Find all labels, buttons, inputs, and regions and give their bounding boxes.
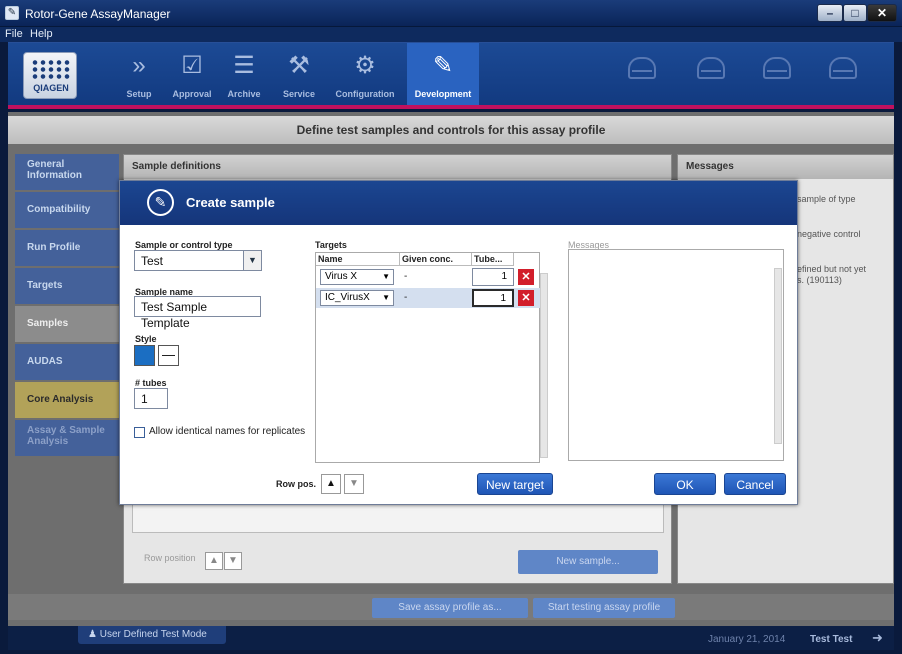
dialog-messages-box xyxy=(568,249,784,461)
sample-type-label: Sample or control type xyxy=(135,240,233,250)
tubes-input[interactable]: 1 xyxy=(134,388,168,409)
menu-help[interactable]: Help xyxy=(30,28,53,40)
col-given-conc[interactable]: Given conc. xyxy=(400,253,472,266)
title-bar: ✎ Rotor-Gene AssayManager – □ ✕ xyxy=(0,0,902,27)
new-sample-button[interactable]: New sample... xyxy=(518,550,658,574)
sidebar-item-assay-sample-analysis: Assay & Sample Analysis xyxy=(15,420,119,456)
close-button[interactable]: ✕ xyxy=(867,4,897,22)
menu-file[interactable]: File xyxy=(5,28,23,40)
sidebar-item-targets[interactable]: Targets xyxy=(15,268,119,304)
row-down-button[interactable]: ▼ xyxy=(344,474,364,494)
sample-type-select[interactable]: Test ▼ xyxy=(134,250,262,271)
targets-scrollbar[interactable] xyxy=(540,273,548,458)
col-tube[interactable]: Tube... xyxy=(472,253,514,266)
style-line-swatch[interactable] xyxy=(158,345,179,366)
tools-icon: ⚒ xyxy=(288,52,310,79)
tube-cell[interactable]: 1 xyxy=(472,289,514,307)
chevrons-icon: » xyxy=(132,52,146,79)
logout-icon[interactable]: ➜ xyxy=(872,630,883,646)
window-title: Rotor-Gene AssayManager xyxy=(25,7,171,21)
allow-identical-label: Allow identical names for replicates xyxy=(149,426,306,437)
row-up-button[interactable]: ▲ xyxy=(205,552,223,570)
chevron-down-icon: ▼ xyxy=(382,272,390,281)
create-sample-dialog: ✎ Create sample Sample or control type T… xyxy=(119,180,798,505)
mode-tab: ♟ User Defined Test Mode xyxy=(78,626,226,644)
target-name-select[interactable]: Virus X ▼ xyxy=(320,269,394,285)
cycler-icon[interactable] xyxy=(697,57,725,79)
dialog-title: Create sample xyxy=(186,195,275,210)
cancel-button[interactable]: Cancel xyxy=(724,473,786,495)
approval-check-icon: ☑ xyxy=(181,52,203,79)
given-conc-cell[interactable]: - xyxy=(402,288,407,308)
sidebar-item-compatibility[interactable]: Compatibility xyxy=(15,192,119,228)
toolbar-setup[interactable]: » Setup xyxy=(118,43,160,106)
toolbar-service[interactable]: ⚒ Service xyxy=(278,43,320,106)
gears-icon: ⚙ xyxy=(354,52,376,79)
table-row[interactable]: Virus X ▼ - 1 ✕ xyxy=(316,267,540,287)
sidebar-item-core-analysis[interactable]: Core Analysis xyxy=(15,382,119,418)
chevron-down-icon: ▼ xyxy=(382,293,390,302)
message-text: s. (190113) xyxy=(797,275,842,285)
cycler-icon[interactable] xyxy=(829,57,857,79)
app-icon: ✎ xyxy=(5,6,19,20)
new-target-button[interactable]: New target xyxy=(477,473,553,495)
user-icon: ♟ xyxy=(88,629,100,640)
messages-header: Messages xyxy=(678,155,893,179)
edit-icon: ✎ xyxy=(147,189,174,216)
page-title: Define test samples and controls for thi… xyxy=(8,116,894,144)
main-toolbar: QIAGEN » Setup ☑ Approval ☰ Archive ⚒ Se… xyxy=(8,42,894,106)
style-label: Style xyxy=(135,334,157,344)
tube-cell[interactable]: 1 xyxy=(472,268,514,286)
row-up-button[interactable]: ▲ xyxy=(321,474,341,494)
delete-icon[interactable]: ✕ xyxy=(518,269,534,285)
given-conc-cell[interactable]: - xyxy=(402,267,407,287)
sidebar-item-run-profile[interactable]: Run Profile xyxy=(15,230,119,266)
archive-icon: ☰ xyxy=(233,52,255,79)
accent-divider xyxy=(8,105,894,109)
target-name-select[interactable]: IC_VirusX ▼ xyxy=(320,290,394,306)
sidebar-item-general-information[interactable]: General Information xyxy=(15,154,119,190)
message-text: efined but not yet xyxy=(797,264,867,274)
sidebar-item-audas[interactable]: AUDAS xyxy=(15,344,119,380)
message-text: sample of type xyxy=(797,194,856,204)
cycler-icon[interactable] xyxy=(763,57,791,79)
col-name[interactable]: Name xyxy=(316,253,400,266)
row-down-button[interactable]: ▼ xyxy=(224,552,242,570)
sample-definitions-header: Sample definitions xyxy=(124,155,671,179)
status-date: January 21, 2014 xyxy=(708,634,786,645)
save-assay-profile-button[interactable]: Save assay profile as... xyxy=(372,598,528,618)
table-row[interactable]: IC_VirusX ▼ - 1 ✕ xyxy=(316,288,540,308)
status-user: Test Test xyxy=(810,634,853,645)
messages-scrollbar[interactable] xyxy=(774,268,782,444)
toolbar-configuration[interactable]: ⚙ Configuration xyxy=(330,43,400,106)
maximize-button[interactable]: □ xyxy=(843,4,867,22)
row-pos-label: Row pos. xyxy=(276,479,316,489)
targets-label: Targets xyxy=(315,240,347,250)
toolbar-approval[interactable]: ☑ Approval xyxy=(168,43,216,106)
minimize-button[interactable]: – xyxy=(817,4,843,22)
dialog-header: ✎ Create sample xyxy=(120,181,797,225)
chevron-down-icon: ▼ xyxy=(243,251,261,270)
style-color-swatch[interactable] xyxy=(134,345,155,366)
qiagen-logo: QIAGEN xyxy=(23,52,77,99)
menu-bar: File Help xyxy=(0,27,902,42)
toolbar-archive[interactable]: ☰ Archive xyxy=(223,43,265,106)
row-position-label: Row position xyxy=(144,553,196,563)
tubes-label: # tubes xyxy=(135,378,167,388)
app-window: ✎ Rotor-Gene AssayManager – □ ✕ File Hel… xyxy=(0,0,902,654)
sample-name-input[interactable]: Test Sample Template xyxy=(134,296,261,330)
message-text: negative control xyxy=(797,229,861,239)
development-icon: ✎ xyxy=(432,52,454,79)
allow-identical-checkbox[interactable] xyxy=(134,427,145,438)
sidebar-item-samples[interactable]: Samples xyxy=(15,306,119,342)
targets-table: Name Given conc. Tube... Virus X ▼ - 1 ✕ … xyxy=(315,252,548,463)
toolbar-development[interactable]: ✎ Development xyxy=(407,43,479,106)
delete-icon[interactable]: ✕ xyxy=(518,290,534,306)
start-testing-button[interactable]: Start testing assay profile xyxy=(533,598,675,618)
ok-button[interactable]: OK xyxy=(654,473,716,495)
cycler-icon[interactable] xyxy=(628,57,656,79)
